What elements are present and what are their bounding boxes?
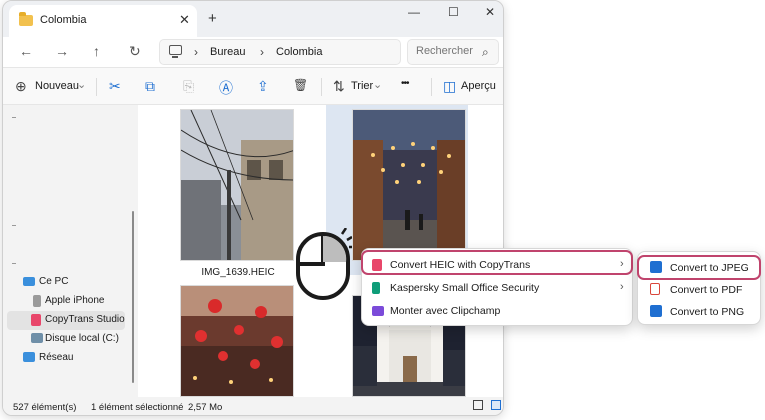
menu-item-clipchamp[interactable]: Monter avec Clipchamp [366,300,630,322]
monitor-icon [23,277,35,286]
preview-button[interactable]: Aperçu [461,80,496,92]
chevron-down-icon[interactable]: ⌄ [373,78,382,91]
sort-icon[interactable]: ⇅ [333,78,345,95]
file-thumbnail-img-1639[interactable] [180,109,294,261]
breadcrumb-bureau[interactable]: Bureau [210,46,245,58]
folder-icon [19,12,33,26]
breadcrumb-separator: › [260,45,264,59]
right-click-mouse-icon [296,228,352,300]
maximize-icon[interactable]: ☐ [448,5,459,19]
sidebar-item-label: Apple iPhone [45,295,105,306]
clipchamp-icon [372,306,384,316]
photo-street-wires [181,110,293,260]
sidebar-item-apple-iphone[interactable]: Apple iPhone [3,292,129,311]
more-options-icon[interactable]: ••• [401,78,409,89]
sidebar-item-reseau[interactable]: Réseau [3,349,129,368]
file-thumbnail-lanterns[interactable] [180,285,294,397]
breadcrumb-colombia[interactable]: Colombia [276,46,322,58]
forward-icon[interactable]: → [55,43,69,59]
sidebar-item-label: Ce PC [39,276,69,287]
sidebar-item-copytrans-studio[interactable]: CopyTrans Studio [7,311,125,330]
up-icon[interactable]: ↑ [93,43,100,59]
status-bar: 527 élément(s) 1 élément sélectionné 2,5… [3,397,503,415]
sidebar-item-label: Réseau [39,352,74,363]
share-icon[interactable]: ⇪ [257,78,269,95]
menu-item-convert-png[interactable]: Convert to PNG [642,301,758,323]
highlight-convert-heic [361,250,633,275]
copytrans-icon [31,314,41,326]
new-icon[interactable]: ⊕ [15,78,27,95]
sidebar-item-disque-local[interactable]: Disque local (C:) [3,330,129,349]
sort-button[interactable]: Trier [351,80,373,92]
breadcrumb-separator: › [194,45,198,59]
selection-size: 2,57 Mo [188,402,223,413]
tree-expander [12,263,16,264]
search-box[interactable]: ⌕ [407,39,499,65]
item-count: 527 élément(s) [13,402,77,413]
details-view-icon[interactable] [473,400,483,410]
tree-expander [12,117,16,118]
toolbar-divider [431,78,432,96]
tree-expander [12,225,16,226]
copy-icon[interactable]: ⧉ [145,78,155,95]
menu-item-kaspersky[interactable]: Kaspersky Small Office Security › [366,277,630,299]
network-icon [23,352,35,362]
navigation-bar: ← → ↑ ↻ › Bureau › Colombia ⌕ [3,37,503,67]
cut-icon[interactable]: ✂ [109,78,121,95]
new-tab-button[interactable]: + [208,10,217,27]
toolbar-divider [321,78,322,96]
menu-item-label: Convert to PDF [670,284,743,296]
toolbar-divider [96,78,97,96]
back-icon[interactable]: ← [19,43,33,59]
menu-item-label: Monter avec Clipchamp [390,305,501,317]
sidebar-item-ce-pc[interactable]: Ce PC [3,273,129,292]
search-icon[interactable]: ⌕ [482,45,489,60]
rename-icon[interactable]: Ⓐ [219,78,233,98]
command-bar: ⊕ Nouveau ⌄ ✂ ⧉ ⎘ Ⓐ ⇪ 🗑 ⇅ Trier ⌄ ••• ◫ … [3,67,503,105]
address-bar[interactable]: › Bureau › Colombia [159,39,401,65]
photo-night-street-lights [353,110,465,260]
close-window-icon[interactable]: ✕ [485,5,495,19]
chevron-right-icon: › [620,281,624,293]
tab-close-icon[interactable]: ✕ [179,12,190,28]
sidebar-item-label: Disque local (C:) [45,333,119,344]
file-explorer-window: Colombia ✕ + — ☐ ✕ ← → ↑ ↻ › Bureau › Co… [2,0,504,416]
thumbnail-view-icon[interactable] [491,400,501,410]
menu-item-label: Kaspersky Small Office Security [390,282,540,294]
pdf-icon [650,283,660,295]
screenshot-stage: Colombia ✕ + — ☐ ✕ ← → ↑ ↻ › Bureau › Co… [0,0,765,420]
iphone-icon [33,295,41,307]
highlight-convert-jpeg [637,255,761,280]
menu-item-convert-pdf[interactable]: Convert to PDF [642,279,758,301]
photo-red-lanterns [181,286,293,396]
delete-icon[interactable]: 🗑 [293,78,308,92]
navigation-pane: Ce PC Apple iPhone CopyTrans Studio Disq… [3,105,129,397]
sidebar-item-label: CopyTrans Studio [45,314,125,325]
chevron-down-icon[interactable]: ⌄ [77,78,86,91]
new-button[interactable]: Nouveau [35,80,79,92]
drive-icon [31,333,43,343]
selection-info: 1 élément sélectionné [91,402,184,413]
file-caption: IMG_1639.HEIC [201,267,275,278]
search-input[interactable] [416,45,474,57]
tab-colombia[interactable]: Colombia ✕ [9,5,197,37]
paste-icon[interactable]: ⎘ [183,78,194,95]
menu-item-label: Convert to PNG [670,306,745,318]
image-icon [650,305,662,317]
sidebar-scrollbar[interactable] [132,211,134,383]
refresh-icon[interactable]: ↻ [129,43,141,60]
monitor-icon [169,45,182,58]
title-bar: Colombia ✕ + — ☐ ✕ [3,1,503,37]
minimize-icon[interactable]: — [408,5,420,19]
kaspersky-icon [372,282,380,294]
file-thumbnail-night-street[interactable] [352,109,466,261]
preview-pane-icon[interactable]: ◫ [443,78,456,95]
tab-title: Colombia [40,14,87,26]
